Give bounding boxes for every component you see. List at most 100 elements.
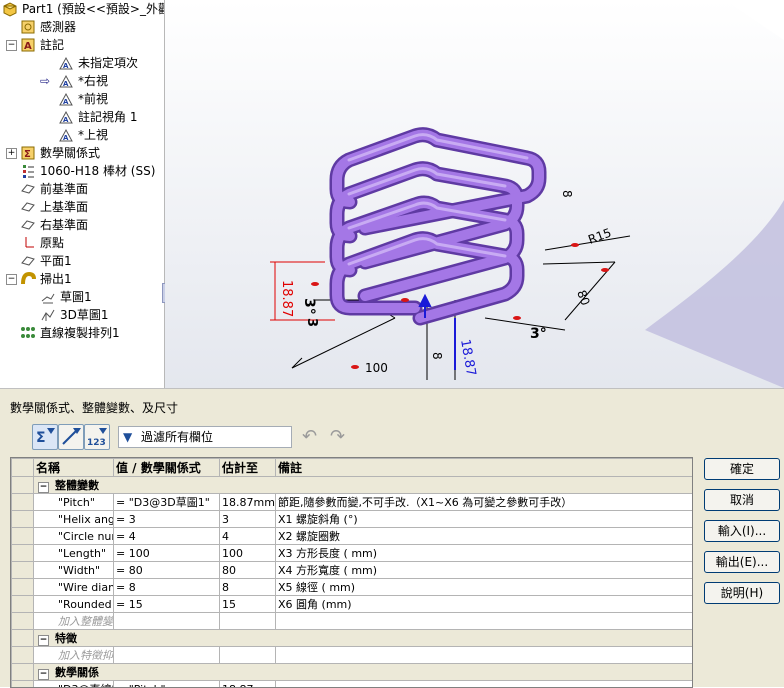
ok-button[interactable]: 確定 (704, 458, 780, 480)
svg-text:Σ: Σ (24, 149, 31, 160)
group-row[interactable]: −特徵 (12, 630, 693, 647)
svg-text:A: A (63, 116, 69, 124)
equation-row[interactable]: "Helix angle"= 33X1 螺旋斜角 (°) (12, 511, 693, 528)
var-note[interactable]: X5 線徑 ( mm) (276, 579, 693, 596)
svg-text:A: A (63, 134, 69, 142)
add-placeholder[interactable]: 加入整體變數 (34, 613, 114, 630)
tree-bottom-area (0, 342, 165, 388)
sketch-filter-icon (59, 425, 83, 449)
var-name[interactable]: "Pitch" (34, 494, 114, 511)
tree-item-label: *右視 (78, 72, 108, 90)
add-row[interactable]: 加入特徵抑制 (12, 647, 693, 664)
export-button[interactable]: 輸出(E)... (704, 551, 780, 573)
var-note[interactable] (276, 681, 693, 688)
var-name[interactable]: "Wire diameter" (34, 579, 114, 596)
origin-icon (20, 235, 36, 251)
var-value[interactable]: = 80 (114, 562, 220, 579)
add-placeholder[interactable]: 加入特徵抑制 (34, 647, 114, 664)
equation-row[interactable]: "Rounded corner"= 1515X6 圓角 (mm) (12, 596, 693, 613)
var-eval: 15 (220, 596, 276, 613)
note-view-icon: A (58, 91, 74, 107)
cancel-button[interactable]: 取消 (704, 489, 780, 511)
collapse-toggle[interactable]: − (38, 482, 49, 493)
var-name[interactable]: "D3@直線複製排列1" (34, 681, 114, 688)
var-note[interactable]: X2 螺旋圈數 (276, 528, 693, 545)
collapse-toggle[interactable]: − (38, 635, 49, 646)
tree-item-label: *前視 (78, 90, 108, 108)
group-row[interactable]: −數學關係 (12, 664, 693, 681)
var-value[interactable]: = 8 (114, 579, 220, 596)
undo-icon[interactable]: ↶ (302, 426, 317, 447)
part-icon (2, 1, 18, 17)
var-value[interactable]: = 15 (114, 596, 220, 613)
collapse-toggle[interactable]: − (38, 669, 49, 680)
equation-row[interactable]: "Wire diameter"= 88X5 線徑 ( mm) (12, 579, 693, 596)
tree-item-label: 1060-H18 棒材 (SS) (40, 162, 155, 180)
equation-row[interactable]: "Length"= 100100X3 方形長度 ( mm) (12, 545, 693, 562)
note-view-icon: A (58, 73, 74, 89)
var-name[interactable]: "Helix angle" (34, 511, 114, 528)
svg-text:A: A (63, 98, 69, 106)
tree-item-label: 感測器 (40, 18, 76, 36)
var-name[interactable]: "Width" (34, 562, 114, 579)
expand-toggle[interactable]: − (6, 274, 17, 285)
pattern-icon (20, 325, 36, 341)
var-note[interactable]: X1 螺旋斜角 (°) (276, 511, 693, 528)
dim-wire-8b: 8 (430, 352, 444, 360)
sketch-icon (40, 289, 56, 305)
add-row[interactable]: 加入整體變數 (12, 613, 693, 630)
svg-text:A: A (24, 41, 32, 52)
tree-item-label: *上視 (78, 126, 108, 144)
dim-angle-3b: 3° (301, 298, 317, 315)
dim-wire-8: 8 (560, 190, 574, 198)
var-name[interactable]: "Length" (34, 545, 114, 562)
var-name[interactable]: "Circle number" (34, 528, 114, 545)
dim-pitch-red: 18.87 (279, 280, 294, 317)
var-value[interactable]: = 100 (114, 545, 220, 562)
var-value[interactable]: = 4 (114, 528, 220, 545)
tree-item-label: 原點 (40, 234, 64, 252)
redo-icon[interactable]: ↷ (330, 426, 345, 447)
equation-row[interactable]: "Pitch"= "D3@3D草圖1"18.87mm節距,隨參數而變,不可手改.… (12, 494, 693, 511)
help-button[interactable]: 說明(H) (704, 582, 780, 604)
equation-row[interactable]: "D3@直線複製排列1"= "Pitch"18.87mm (12, 681, 693, 688)
equations-icon: Σ (20, 145, 36, 161)
expand-toggle[interactable]: − (6, 40, 17, 51)
import-button[interactable]: 輸入(I)... (704, 520, 780, 542)
expand-toggle[interactable]: + (6, 148, 17, 159)
filter-field[interactable]: ▼ 過濾所有欄位 (118, 426, 292, 448)
group-row[interactable]: −整體變數 (12, 477, 693, 494)
var-name[interactable]: "Rounded corner" (34, 596, 114, 613)
plane-icon (20, 217, 36, 233)
group-label: 整體變數 (55, 479, 99, 492)
var-value[interactable]: = 3 (114, 511, 220, 528)
graphics-viewport[interactable]: R15 80 100 3° 3° 18.87 18.87 8 8 3 (165, 0, 784, 388)
tree-item-label: 平面1 (40, 252, 72, 270)
var-eval: 100 (220, 545, 276, 562)
equation-row[interactable]: "Width"= 8080X4 方形寬度 ( mm) (12, 562, 693, 579)
tree-item-label: 右基準面 (40, 216, 88, 234)
var-value[interactable]: = "D3@3D草圖1" (114, 494, 220, 511)
ordered-view-icon: 123 (85, 425, 109, 449)
dim-length-100: 100 (365, 361, 388, 375)
var-note[interactable]: X4 方形寬度 ( mm) (276, 562, 693, 579)
sigma-filter-icon: Σ (33, 425, 57, 449)
var-note[interactable]: X6 圓角 (mm) (276, 596, 693, 613)
sketch-equation-view-button[interactable] (58, 424, 84, 450)
dialog-title: 數學關係式、整體變數、及尺寸 (10, 399, 178, 416)
sensor-icon (20, 19, 36, 35)
var-value[interactable]: = "Pitch" (114, 681, 220, 688)
equation-view-button[interactable]: Σ (32, 424, 58, 450)
filter-placeholder: 過濾所有欄位 (141, 427, 213, 447)
svg-text:123: 123 (87, 438, 106, 448)
dimension-view-button[interactable]: 123 (84, 424, 110, 450)
sketch3d-icon (40, 307, 56, 323)
var-note[interactable]: 節距,隨參數而變,不可手改.（X1~X6 為可變之參數可手改） (276, 494, 693, 511)
svg-text:A: A (63, 80, 69, 88)
group-label: 特徵 (55, 632, 77, 645)
dim-3c: 3 (304, 318, 319, 327)
var-note[interactable]: X3 方形長度 ( mm) (276, 545, 693, 562)
group-label: 數學關係 (55, 666, 99, 679)
equation-row[interactable]: "Circle number"= 44X2 螺旋圈數 (12, 528, 693, 545)
var-eval: 18.87mm (220, 494, 276, 511)
